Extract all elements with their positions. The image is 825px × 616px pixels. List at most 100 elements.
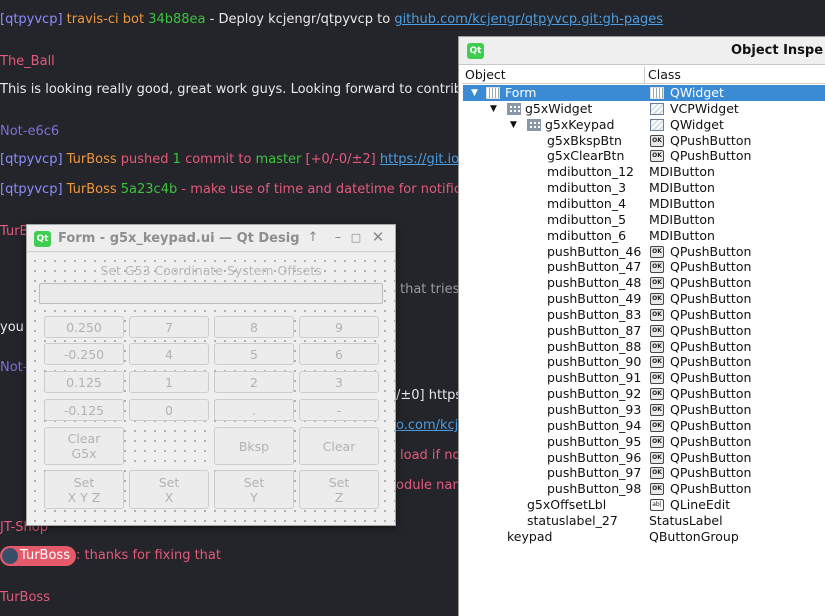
push-button-icon: OK bbox=[650, 451, 664, 464]
push-button-icon: OK bbox=[650, 356, 664, 369]
tree-row[interactable]: pushButton_47 OK QPushButton bbox=[463, 259, 825, 275]
clear-g5x-button[interactable]: Clear G5x bbox=[44, 427, 124, 465]
tree-row[interactable]: mdibutton_12 MDIButton bbox=[463, 164, 825, 180]
key-8[interactable]: 8 bbox=[214, 316, 294, 338]
tree-object-name: pushButton_94 bbox=[547, 417, 642, 433]
close-icon[interactable]: ✕ bbox=[371, 228, 385, 246]
tree-row[interactable]: pushButton_93 OK QPushButton bbox=[463, 402, 825, 418]
tree-row[interactable]: pushButton_96 OK QPushButton bbox=[463, 450, 825, 466]
tree-row[interactable]: pushButton_83 OK QPushButton bbox=[463, 307, 825, 323]
tree-row[interactable]: mdibutton_3 MDIButton bbox=[463, 180, 825, 196]
set-xyz-button[interactable]: Set X Y Z bbox=[44, 470, 124, 509]
tree-row[interactable]: pushButton_88 OK QPushButton bbox=[463, 339, 825, 355]
minimize-icon[interactable]: – bbox=[331, 230, 345, 245]
tree-row[interactable]: pushButton_98 OK QPushButton bbox=[463, 481, 825, 497]
key-minus-0.250[interactable]: -0.250 bbox=[44, 343, 124, 365]
column-header-object[interactable]: Object bbox=[465, 67, 506, 82]
deploy-link[interactable]: github.com/kcjengr/qtpyvcp.git:gh-pages bbox=[394, 12, 663, 27]
key-minus[interactable]: - bbox=[299, 399, 379, 421]
tree-object-name: pushButton_96 bbox=[547, 449, 642, 465]
tree-class-name: QButtonGroup bbox=[649, 528, 739, 544]
tree-row[interactable]: pushButton_92 OK QPushButton bbox=[463, 386, 825, 402]
tree-row[interactable]: ▼ Form QWidget bbox=[463, 85, 825, 101]
key-5[interactable]: 5 bbox=[214, 343, 294, 365]
form-titlebar[interactable]: Qt Form - g5x_keypad.ui — Qt Desig ↑ – □… bbox=[27, 225, 395, 252]
offset-label: Set G53 Coordinate System Offsets bbox=[100, 263, 322, 278]
push-button-icon: OK bbox=[650, 483, 664, 496]
tree-object-name: pushButton_91 bbox=[547, 370, 642, 386]
tree-row[interactable]: g5xClearBtn OK QPushButton bbox=[463, 148, 825, 164]
chat-user-turboss[interactable]: TurB bbox=[0, 224, 28, 239]
key-decimal[interactable]: . bbox=[214, 399, 294, 421]
key-3[interactable]: 3 bbox=[299, 371, 379, 393]
expand-arrow-icon[interactable]: ▼ bbox=[490, 101, 497, 117]
column-header-class[interactable]: Class bbox=[648, 67, 681, 82]
tree-row[interactable]: g5xOffsetLbl ab| QLineEdit bbox=[463, 497, 825, 513]
push-button-icon: OK bbox=[650, 404, 664, 416]
key-4[interactable]: 4 bbox=[129, 343, 209, 365]
tree-row[interactable]: pushButton_90 OK QPushButton bbox=[463, 354, 825, 370]
mention-pill[interactable]: TurBoss bbox=[0, 546, 76, 566]
set-x-button[interactable]: Set X bbox=[129, 470, 209, 509]
qt-logo-icon: Qt bbox=[467, 43, 484, 59]
key-2[interactable]: 2 bbox=[214, 371, 294, 393]
chat-fragment-link[interactable]: o.com/kcje bbox=[396, 418, 466, 433]
chat-user-turboss[interactable]: TurBoss bbox=[0, 590, 50, 605]
column-divider[interactable] bbox=[644, 66, 645, 84]
chat-message: This is looking really good, great work … bbox=[0, 82, 476, 97]
tree-row[interactable]: pushButton_91 OK QPushButton bbox=[463, 370, 825, 386]
tree-row[interactable]: keypad QButtonGroup bbox=[463, 529, 825, 545]
tree-row[interactable]: ▼ g5xKeypad QWidget bbox=[463, 117, 825, 133]
key-7[interactable]: 7 bbox=[129, 316, 209, 338]
tree-object-name: pushButton_49 bbox=[547, 291, 642, 307]
chat-user-the-ball[interactable]: The_Ball bbox=[0, 54, 55, 69]
set-y-button[interactable]: Set Y bbox=[214, 470, 294, 509]
key-1[interactable]: 1 bbox=[129, 371, 209, 393]
pin-up-icon[interactable]: ↑ bbox=[306, 230, 320, 245]
expand-arrow-icon[interactable]: ▼ bbox=[510, 117, 517, 133]
key-0.250[interactable]: 0.250 bbox=[44, 316, 124, 338]
commit-hash: 5a23c4b bbox=[120, 182, 178, 197]
tree-object-name: mdibutton_5 bbox=[547, 211, 627, 227]
tree-row[interactable]: pushButton_46 OK QPushButton bbox=[463, 244, 825, 260]
key-9[interactable]: 9 bbox=[299, 316, 379, 338]
commit-text: commit to bbox=[180, 152, 256, 167]
tree-object-name: mdibutton_6 bbox=[547, 227, 627, 243]
tree-row[interactable]: ▼ g5xWidget VCPWidget bbox=[463, 101, 825, 117]
key-0.125[interactable]: 0.125 bbox=[44, 371, 124, 393]
tree-row[interactable]: pushButton_49 OK QPushButton bbox=[463, 291, 825, 307]
key-6[interactable]: 6 bbox=[299, 343, 379, 365]
tree-object-name: pushButton_97 bbox=[547, 465, 642, 481]
tree-object-name: pushButton_90 bbox=[547, 354, 642, 370]
tree-class-name: QPushButton bbox=[670, 306, 752, 322]
expand-arrow-icon[interactable]: ▼ bbox=[471, 85, 478, 101]
inspector-titlebar[interactable]: Qt Object Inspe bbox=[459, 37, 825, 65]
push-button-icon: OK bbox=[650, 134, 664, 147]
tree-class-name: QPushButton bbox=[670, 338, 752, 354]
chat-line-thanks: TurBoss: thanks for fixing that bbox=[0, 546, 221, 566]
tree-row[interactable]: pushButton_97 OK QPushButton bbox=[463, 465, 825, 481]
set-z-button[interactable]: Set Z bbox=[299, 470, 379, 509]
key-0[interactable]: 0 bbox=[129, 399, 209, 421]
tree-object-name: pushButton_95 bbox=[547, 433, 642, 449]
tree-row[interactable]: pushButton_94 OK QPushButton bbox=[463, 418, 825, 434]
tree-class-name: QPushButton bbox=[670, 449, 752, 465]
maximize-icon[interactable]: □ bbox=[349, 231, 363, 244]
chat-user-not[interactable]: Not- bbox=[0, 360, 27, 375]
tree-row[interactable]: pushButton_95 OK QPushButton bbox=[463, 434, 825, 450]
tree-row[interactable]: statuslabel_27 StatusLabel bbox=[463, 513, 825, 529]
tree-row[interactable]: pushButton_87 OK QPushButton bbox=[463, 323, 825, 339]
key-minus-0.125[interactable]: -0.125 bbox=[44, 399, 124, 421]
tree-row[interactable]: mdibutton_4 MDIButton bbox=[463, 196, 825, 212]
tree-object-name: Form bbox=[505, 85, 537, 100]
tree-row[interactable]: g5xBkspBtn OK QPushButton bbox=[463, 133, 825, 149]
clear-button[interactable]: Clear bbox=[299, 427, 379, 465]
chat-user-not-e6c6[interactable]: Not-e6c6 bbox=[0, 124, 59, 139]
tree-row[interactable]: mdibutton_6 MDIButton bbox=[463, 228, 825, 244]
backspace-button[interactable]: Bksp bbox=[214, 427, 294, 465]
deploy-text: - Deploy kcjengr/qtpyvcp to bbox=[205, 12, 395, 27]
offset-display-field[interactable] bbox=[39, 283, 383, 304]
tree-row[interactable]: mdibutton_5 MDIButton bbox=[463, 212, 825, 228]
push-button-icon: OK bbox=[650, 308, 664, 321]
tree-row[interactable]: pushButton_48 OK QPushButton bbox=[463, 275, 825, 291]
